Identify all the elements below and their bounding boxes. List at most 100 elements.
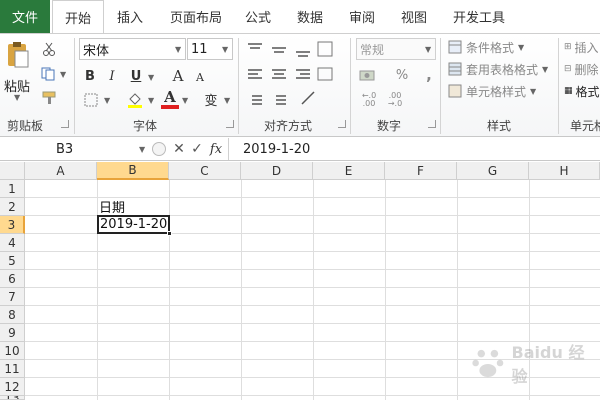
increase-decimal-icon[interactable]: ←.0.00 [358, 92, 380, 108]
column-header[interactable]: D [241, 162, 313, 180]
row-header[interactable]: 5 [0, 252, 25, 270]
name-box-value: B3 [56, 141, 74, 157]
fill-color-icon[interactable] [126, 91, 144, 109]
grid-line [25, 287, 600, 288]
clipboard-launcher-icon[interactable] [61, 120, 69, 128]
row-header[interactable]: 13 [0, 396, 25, 400]
row-header[interactable]: 2 [0, 198, 25, 216]
column-header[interactable]: C [169, 162, 241, 180]
row-header-selected[interactable]: 3 [0, 216, 25, 234]
tab-page-layout[interactable]: 页面布局 [160, 0, 232, 33]
dropdown-arrow-icon: ▼ [530, 86, 537, 96]
group-divider [238, 38, 239, 134]
cell-styles-icon [448, 84, 462, 98]
tab-view[interactable]: 视图 [392, 0, 436, 33]
format-as-table-button[interactable]: 套用表格格式 ▼ [448, 60, 558, 78]
fill-color-dropdown-icon[interactable]: ▼ [148, 96, 154, 105]
copy-dropdown-icon[interactable]: ▼ [60, 70, 66, 79]
grid-line [25, 251, 600, 252]
row-header[interactable]: 7 [0, 288, 25, 306]
delete-cells-icon: ⊟ [564, 64, 572, 74]
watermark-text: Baidu 经验 [511, 342, 585, 386]
italic-button[interactable]: I [104, 68, 120, 84]
format-cells-button[interactable]: ▦ 格式 [564, 82, 600, 100]
select-all-corner[interactable] [0, 162, 25, 180]
percent-button[interactable]: % [395, 67, 409, 83]
font-color-icon[interactable]: A [162, 88, 178, 106]
column-header[interactable]: G [457, 162, 529, 180]
cell-B2[interactable]: 日期 [97, 198, 169, 216]
number-format-dropdown-icon[interactable]: ▼ [425, 45, 431, 54]
alignment-launcher-icon[interactable] [338, 120, 346, 128]
currency-icon[interactable] [358, 68, 378, 84]
cell-styles-button[interactable]: 单元格样式 ▼ [448, 82, 558, 100]
column-header[interactable]: E [313, 162, 385, 180]
cell-B3-active[interactable]: 2019-1-20 [97, 215, 170, 234]
font-launcher-icon[interactable] [226, 120, 234, 128]
grid-line [25, 269, 600, 270]
number-launcher-icon[interactable] [428, 120, 436, 128]
row-header[interactable]: 10 [0, 342, 25, 360]
phonetic-guide-button[interactable]: 变 [202, 91, 220, 109]
row-header[interactable]: 8 [0, 306, 25, 324]
fill-handle[interactable] [167, 231, 172, 236]
conditional-format-button[interactable]: 条件格式 ▼ [448, 38, 558, 56]
grid-line [169, 180, 170, 400]
table-format-icon [448, 62, 462, 76]
tab-review[interactable]: 审阅 [340, 0, 384, 33]
font-name-select[interactable]: 宋体 [79, 38, 186, 60]
cut-icon[interactable] [40, 41, 58, 57]
formula-bar-grip-icon [152, 142, 166, 156]
tab-data[interactable]: 数据 [288, 0, 332, 33]
insert-cells-button[interactable]: ⊞ 插入 [564, 38, 600, 56]
format-painter-icon[interactable] [40, 90, 58, 106]
alignment-icons[interactable] [246, 40, 336, 112]
group-divider [74, 38, 75, 134]
column-header-selected[interactable]: B [97, 162, 169, 180]
baidu-paw-icon [472, 349, 504, 377]
paste-dropdown-icon[interactable]: ▼ [14, 93, 20, 102]
number-format-select[interactable]: 常规 [356, 38, 436, 60]
tab-formulas[interactable]: 公式 [236, 0, 280, 33]
border-dropdown-icon[interactable]: ▼ [104, 96, 110, 105]
paste-icon[interactable] [4, 38, 32, 72]
row-header[interactable]: 12 [0, 378, 25, 396]
tab-insert[interactable]: 插入 [106, 0, 154, 33]
row-header[interactable]: 9 [0, 324, 25, 342]
row-header[interactable]: 11 [0, 360, 25, 378]
row-header[interactable]: 4 [0, 234, 25, 252]
underline-button[interactable]: U [128, 68, 144, 84]
delete-cells-button[interactable]: ⊟ 删除 [564, 60, 600, 78]
row-header[interactable]: 1 [0, 180, 25, 198]
tab-home[interactable]: 开始 [52, 0, 104, 34]
bold-button[interactable]: B [82, 68, 98, 84]
grow-font-button[interactable]: A [170, 67, 186, 85]
decrease-decimal-icon[interactable]: .00 →.0 [384, 92, 406, 108]
shrink-font-button[interactable]: A [193, 70, 207, 84]
name-box-dropdown-icon[interactable]: ▼ [139, 145, 145, 154]
font-color-dropdown-icon[interactable]: ▼ [182, 96, 188, 105]
cancel-entry-icon[interactable]: ✕ [172, 140, 186, 158]
column-header[interactable]: H [529, 162, 600, 180]
grid-line [457, 180, 458, 400]
font-size-dropdown-icon[interactable]: ▼ [222, 45, 228, 54]
name-box[interactable]: B3 [0, 139, 150, 159]
underline-dropdown-icon[interactable]: ▼ [148, 73, 154, 82]
comma-button[interactable]: , [422, 66, 436, 84]
column-header[interactable]: A [25, 162, 97, 180]
insert-function-icon[interactable]: fx [208, 140, 224, 158]
font-name-dropdown-icon[interactable]: ▼ [175, 45, 181, 54]
insert-cells-icon: ⊞ [564, 42, 572, 52]
grid-line [385, 180, 386, 400]
row-header[interactable]: 6 [0, 270, 25, 288]
tab-developer[interactable]: 开发工具 [444, 0, 514, 33]
file-tab[interactable]: 文件 [0, 0, 50, 33]
border-icon[interactable] [82, 92, 100, 108]
column-header[interactable]: F [385, 162, 457, 180]
phonetic-dropdown-icon[interactable]: ▼ [224, 96, 230, 105]
copy-icon[interactable] [40, 66, 58, 82]
delete-cells-label: 删除 [574, 62, 599, 77]
enter-entry-icon[interactable]: ✓ [190, 140, 204, 158]
cell-styles-label: 单元格样式 [466, 84, 527, 99]
formula-input[interactable]: 2019-1-20 [228, 138, 600, 160]
